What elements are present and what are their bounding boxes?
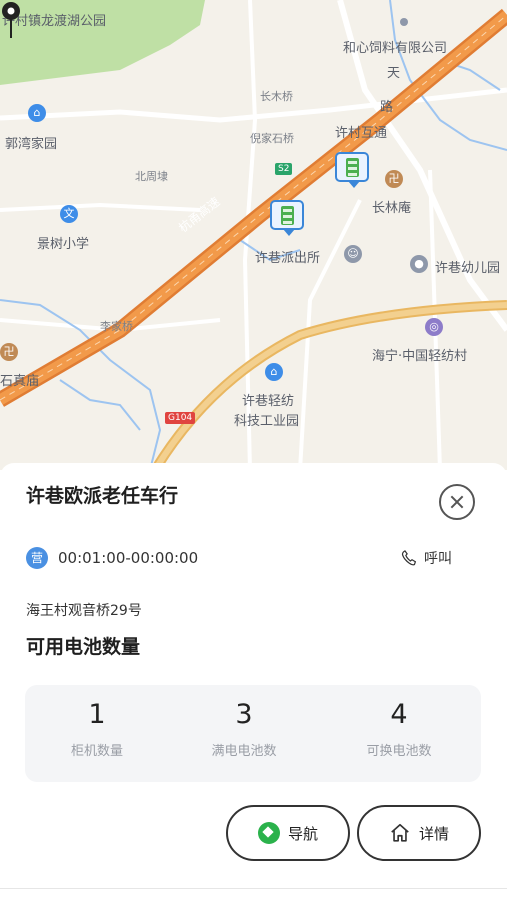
industrial-park-icon: ⌂ bbox=[265, 363, 283, 381]
map-label-guowan: 郭湾家园 bbox=[5, 137, 58, 152]
stat-value: 1 bbox=[88, 699, 106, 730]
stat-full-battery-count: 3 满电电池数 bbox=[184, 685, 304, 759]
map-label-xucun-hutong: 许村互通 bbox=[335, 126, 388, 141]
police-icon: ☺ bbox=[344, 245, 362, 263]
landmark-icon: ◎ bbox=[425, 318, 443, 336]
call-label: 呼叫 bbox=[424, 551, 452, 567]
road-tag-g104: G104 bbox=[165, 412, 196, 424]
map-view[interactable]: 许村镇龙渡湖公园 和心饲料有限公司 天 路 长木桥 ⌂ 郭湾家园 倪家石桥 许村… bbox=[0, 0, 507, 470]
temple-icon: 卍 bbox=[385, 170, 403, 188]
stat-cabinet-count: 1 柜机数量 bbox=[37, 685, 157, 759]
pin-dot-icon bbox=[400, 18, 408, 26]
home-icon bbox=[391, 823, 409, 842]
map-label-hexin: 和心饲料有限公司 bbox=[343, 41, 448, 56]
navigate-button[interactable]: 导航 bbox=[226, 805, 350, 861]
stat-value: 4 bbox=[390, 699, 408, 730]
battery-stats-card: 1 柜机数量 3 满电电池数 4 可换电池数 bbox=[25, 685, 481, 782]
navigation-icon bbox=[257, 822, 280, 844]
map-label-nishi: 倪家石桥 bbox=[250, 132, 294, 145]
map-label-tian: 天 bbox=[387, 66, 401, 81]
map-label-jingshu: 景树小学 bbox=[37, 237, 90, 252]
map-label-changlin: 长林庵 bbox=[372, 201, 412, 216]
battery-station-marker[interactable] bbox=[335, 152, 369, 188]
call-button[interactable]: 呼叫 bbox=[400, 547, 452, 569]
details-button[interactable]: 详情 bbox=[357, 805, 481, 861]
business-hours-icon: 营 bbox=[26, 547, 48, 569]
close-icon[interactable] bbox=[439, 484, 475, 520]
divider bbox=[0, 888, 507, 889]
navigate-label: 导航 bbox=[287, 824, 318, 843]
map-label-haining: 海宁·中国轻纺村 bbox=[372, 349, 468, 364]
stat-label: 满电电池数 bbox=[211, 744, 277, 759]
kindergarten-icon: ● bbox=[410, 255, 428, 273]
available-batteries-title: 可用电池数量 bbox=[26, 636, 141, 658]
road-tag-s2: S2 bbox=[275, 163, 293, 175]
map-label-changmuqiao: 长木桥 bbox=[260, 90, 293, 103]
station-name: 许巷欧派老任车行 bbox=[26, 485, 179, 507]
map-label-textile-1: 许巷轻纺 bbox=[242, 394, 295, 409]
residence-icon: ⌂ bbox=[28, 104, 46, 122]
station-detail-panel: 许巷欧派老任车行 营 00:01:00-00:00:00 呼叫 海王村观音桥29… bbox=[0, 463, 507, 900]
map-label-temple: 石真庙 bbox=[0, 374, 40, 389]
stat-value: 3 bbox=[235, 699, 253, 730]
map-label-beizhou: 北周埭 bbox=[135, 170, 168, 183]
phone-icon bbox=[401, 550, 417, 566]
map-label-kindergarten: 许巷幼儿园 bbox=[435, 261, 501, 276]
battery-station-marker[interactable] bbox=[270, 200, 304, 236]
map-label-lijia: 李家桥 bbox=[100, 320, 133, 333]
business-hours: 00:01:00-00:00:00 bbox=[58, 549, 199, 567]
details-label: 详情 bbox=[418, 824, 449, 843]
stat-swappable-count: 4 可换电池数 bbox=[339, 685, 459, 759]
temple-icon: 卍 bbox=[0, 343, 18, 361]
stat-label: 柜机数量 bbox=[70, 744, 123, 759]
map-label-textile-2: 科技工业园 bbox=[234, 414, 300, 429]
location-pin-icon[interactable] bbox=[0, 0, 22, 40]
stat-label: 可换电池数 bbox=[366, 744, 432, 759]
map-label-police: 许巷派出所 bbox=[255, 251, 321, 266]
map-label-lu: 路 bbox=[380, 100, 394, 115]
station-address: 海王村观音桥29号 bbox=[26, 603, 142, 619]
school-icon: 文 bbox=[60, 205, 78, 223]
